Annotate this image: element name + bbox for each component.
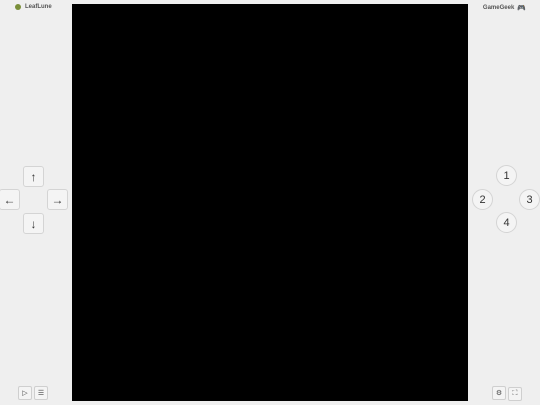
gear-icon: ⚙: [495, 390, 503, 397]
fullscreen-icon: ⛶: [512, 390, 518, 397]
dpad-up-button[interactable]: ↑: [23, 166, 44, 187]
brand-left-label: LeafLune: [25, 4, 52, 10]
brand-right-label: GameGeek: [482, 5, 515, 11]
dpad-down-button[interactable]: ↓: [23, 213, 44, 234]
fullscreen-button[interactable]: ⛶: [508, 387, 522, 401]
play-button[interactable]: ▷: [18, 386, 32, 400]
action-button-1[interactable]: 1: [496, 165, 517, 186]
menu-button[interactable]: ☰: [34, 386, 48, 400]
brand-right[interactable]: GameGeek 🎮: [483, 4, 526, 12]
dpad-left-button[interactable]: ←: [0, 189, 20, 210]
gamepad-icon: 🎮: [517, 5, 526, 12]
game-screen[interactable]: [72, 4, 468, 401]
leaf-icon: [15, 4, 21, 10]
action-button-2[interactable]: 2: [472, 189, 493, 210]
play-icon: ▷: [22, 390, 28, 397]
action-button-3[interactable]: 3: [519, 189, 540, 210]
settings-button[interactable]: ⚙: [492, 386, 506, 400]
brand-left[interactable]: LeafLune: [15, 4, 52, 10]
dpad-right-button[interactable]: →: [47, 189, 68, 210]
menu-icon: ☰: [37, 390, 45, 397]
game-layout: LeafLune GameGeek 🎮 ↑ ← → ↓ 1 2 3 4 ▷ ☰ …: [0, 0, 540, 405]
action-button-4[interactable]: 4: [496, 212, 517, 233]
